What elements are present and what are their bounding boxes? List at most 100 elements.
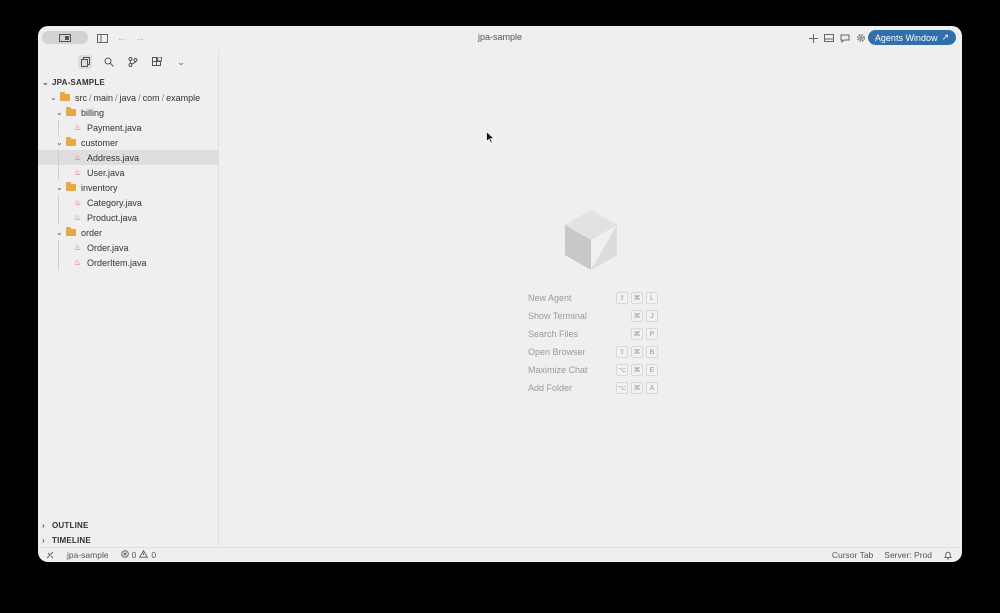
shortcut-label: Add Folder [528, 383, 573, 393]
chat-icon[interactable] [838, 31, 852, 45]
indent-guide [58, 165, 59, 180]
key-cap: ⇧ [616, 346, 628, 358]
java-file-icon: ♨ [73, 122, 82, 132]
tree-item-label: Order.java [87, 242, 129, 253]
key-cap: E [646, 364, 658, 376]
sidebar: ⌄ ⌄ JPA-SAMPLE ⌄ src / main / java / com / examp… [38, 50, 219, 548]
key-cap: ⇧ [616, 292, 628, 304]
shortcut-row[interactable]: Add Folder ⌥ ⌘ A [528, 379, 658, 397]
shortcut-keys: ⌥ ⌘ A [616, 382, 658, 394]
java-file-icon: ♨ [73, 152, 82, 162]
tree-item-label: OrderItem.java [87, 257, 147, 268]
tree-file-row[interactable]: ♨ Payment.java [38, 120, 218, 135]
shortcut-row[interactable]: Show Terminal ⌘ J [528, 307, 658, 325]
remote-icon[interactable] [46, 551, 54, 559]
shortcut-keys: ⌥ ⌘ E [616, 364, 658, 376]
warning-count: 0 [151, 550, 157, 560]
workspace-name[interactable]: jpa-sample [67, 550, 109, 560]
extensions-icon[interactable] [150, 55, 164, 69]
plus-icon[interactable] [806, 31, 820, 45]
agents-window-button[interactable]: Agents Window ↗ [867, 30, 956, 45]
agents-window-label: Agents Window [874, 32, 938, 43]
folder-icon [66, 182, 76, 191]
path-segment: src [75, 92, 87, 103]
tree-folder-row[interactable]: ⌄ customer [38, 135, 218, 150]
java-file-icon: ♨ [73, 257, 82, 267]
tree-item-label: Product.java [87, 212, 138, 223]
sidebar-toolbar: ⌄ [38, 50, 218, 74]
indent-guide [58, 210, 59, 225]
key-cap: ⌥ [616, 364, 628, 376]
gear-icon[interactable] [854, 31, 868, 45]
error-count: 0 [131, 550, 137, 560]
path-separator: / [89, 92, 92, 103]
key-cap: ⌘ [631, 364, 643, 376]
error-icon [120, 550, 129, 560]
server-status[interactable]: Server: Prod [884, 550, 932, 560]
tree-file-row[interactable]: ♨ Category.java [38, 195, 218, 210]
chevron-down-icon: ⌄ [56, 108, 63, 117]
shortcut-row[interactable]: Search Files ⌘ P [528, 325, 658, 343]
tree-folder-row[interactable]: ⌄ billing [38, 105, 218, 120]
status-bar: jpa-sample 0 0 Cursor Tab Server: Prod [38, 547, 962, 562]
tree-file-row[interactable]: ♨ Order.java [38, 240, 218, 255]
tree-file-row[interactable]: ♨ User.java [38, 165, 218, 180]
search-icon[interactable] [102, 55, 116, 69]
chevron-down-icon: ⌄ [56, 228, 63, 237]
shortcut-keys: ⇧ ⌘ B [616, 346, 658, 358]
key-cap: ⌘ [631, 310, 643, 322]
bell-icon[interactable] [944, 551, 952, 560]
chevron-down-icon: ⌄ [56, 183, 63, 192]
folder-icon [60, 92, 70, 101]
bottom-sections: › OUTLINE › TIMELINE [38, 518, 218, 548]
chevron-down-icon[interactable]: ⌄ [174, 55, 188, 69]
tree-item-label: User.java [87, 167, 125, 178]
tree-file-row[interactable]: ♨ OrderItem.java [38, 255, 218, 270]
shortcut-label: Show Terminal [528, 311, 587, 321]
tree-folder-row[interactable]: ⌄ inventory [38, 180, 218, 195]
editor-area[interactable]: New Agent ⇧ ⌘ L Show Terminal ⌘ J Search Files ⌘… [219, 50, 962, 548]
warning-icon [139, 549, 149, 560]
shortcut-row[interactable]: Maximize Chat ⌥ ⌘ E [528, 361, 658, 379]
shortcut-row[interactable]: New Agent ⇧ ⌘ L [528, 289, 658, 307]
tree-file-row[interactable]: ♨ Address.java [38, 150, 218, 165]
panel-icon[interactable] [822, 31, 836, 45]
path-segment: main [93, 92, 114, 103]
tree-item-label: inventory [81, 182, 118, 193]
key-cap: ⌘ [631, 328, 643, 340]
external-arrow-icon: ↗ [941, 32, 949, 42]
shortcut-label: New Agent [528, 293, 572, 303]
source-control-icon[interactable] [126, 55, 140, 69]
title-bar: ← → jpa-sample Agents Window ↗ [38, 26, 962, 50]
timeline-label: TIMELINE [52, 536, 91, 545]
project-section-header[interactable]: ⌄ JPA-SAMPLE [38, 75, 218, 90]
explorer-icon[interactable] [78, 55, 92, 69]
outline-section-header[interactable]: › OUTLINE [38, 518, 218, 533]
key-cap: A [646, 382, 658, 394]
java-file-icon: ♨ [73, 197, 82, 207]
tree-path-row[interactable]: ⌄ src / main / java / com / example [38, 90, 218, 105]
tree-item-label: customer [81, 137, 119, 148]
tree-folder-row[interactable]: ⌄ order [38, 225, 218, 240]
project-name: JPA-SAMPLE [52, 78, 105, 87]
problems-indicator[interactable]: 0 0 [120, 549, 157, 560]
chevron-right-icon: › [42, 521, 45, 530]
outline-label: OUTLINE [52, 521, 89, 530]
path-segment: example [166, 92, 201, 103]
chevron-down-icon: ⌄ [56, 138, 63, 147]
cursor-tab-status[interactable]: Cursor Tab [832, 550, 873, 560]
key-cap: P [646, 328, 658, 340]
tree-file-row[interactable]: ♨ Product.java [38, 210, 218, 225]
key-cap: ⌘ [631, 346, 643, 358]
timeline-section-header[interactable]: › TIMELINE [38, 533, 218, 548]
folder-icon [66, 107, 76, 116]
key-cap: L [646, 292, 658, 304]
tree-item-label: billing [81, 107, 105, 118]
key-cap: J [646, 310, 658, 322]
file-tree: ⌄ billing ♨ Payment.java ⌄ customer ♨ Address.j… [38, 105, 218, 270]
shortcut-label: Search Files [528, 329, 579, 339]
chevron-down-icon: ⌄ [50, 93, 57, 102]
indent-guide [58, 120, 59, 135]
shortcut-row[interactable]: Open Browser ⇧ ⌘ B [528, 343, 658, 361]
tree-item-label: order [81, 227, 103, 238]
